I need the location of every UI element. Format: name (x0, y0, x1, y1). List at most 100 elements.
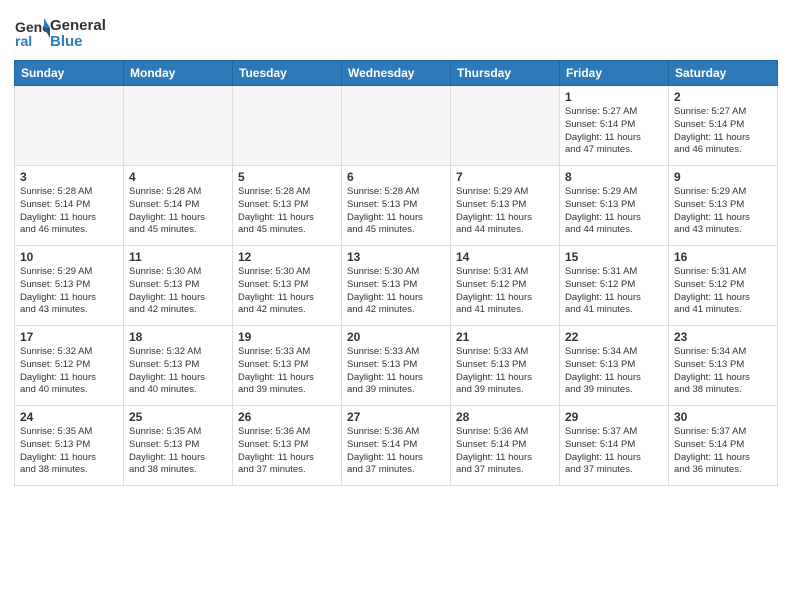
calendar-cell (342, 86, 451, 166)
day-info: Sunrise: 5:32 AMSunset: 5:13 PMDaylight:… (129, 346, 227, 397)
day-number: 30 (674, 410, 772, 424)
day-info: Sunrise: 5:27 AMSunset: 5:14 PMDaylight:… (565, 106, 663, 157)
day-number: 1 (565, 90, 663, 104)
logo-text: General Blue (50, 18, 106, 51)
day-info: Sunrise: 5:31 AMSunset: 5:12 PMDaylight:… (565, 266, 663, 317)
day-info: Sunrise: 5:30 AMSunset: 5:13 PMDaylight:… (347, 266, 445, 317)
day-number: 12 (238, 250, 336, 264)
logo-svg: Gene ral (14, 16, 50, 52)
day-info: Sunrise: 5:37 AMSunset: 5:14 PMDaylight:… (674, 426, 772, 477)
calendar-cell: 16 Sunrise: 5:31 AMSunset: 5:12 PMDayligh… (669, 246, 778, 326)
logo: Gene ral General Blue (14, 16, 106, 52)
calendar-cell (15, 86, 124, 166)
calendar-cell: 29 Sunrise: 5:37 AMSunset: 5:14 PMDayligh… (560, 406, 669, 486)
weekday-header-tuesday: Tuesday (233, 61, 342, 86)
day-info: Sunrise: 5:36 AMSunset: 5:14 PMDaylight:… (347, 426, 445, 477)
day-number: 15 (565, 250, 663, 264)
calendar-cell: 27Sunrise: 5:36 AMSunset: 5:14 PMDayligh… (342, 406, 451, 486)
calendar-cell: 12 Sunrise: 5:30 AMSunset: 5:13 PMDayligh… (233, 246, 342, 326)
day-info: Sunrise: 5:28 AMSunset: 5:14 PMDaylight:… (129, 186, 227, 237)
svg-text:ral: ral (15, 33, 32, 49)
calendar-cell: 19Sunrise: 5:33 AMSunset: 5:13 PMDayligh… (233, 326, 342, 406)
calendar-cell: 7 Sunrise: 5:29 AMSunset: 5:13 PMDaylight… (451, 166, 560, 246)
day-info: Sunrise: 5:32 AMSunset: 5:12 PMDaylight:… (20, 346, 118, 397)
day-info: Sunrise: 5:34 AMSunset: 5:13 PMDaylight:… (565, 346, 663, 397)
calendar-cell (451, 86, 560, 166)
day-info: Sunrise: 5:27 AMSunset: 5:14 PMDaylight:… (674, 106, 772, 157)
logo-general: General (50, 18, 106, 35)
day-number: 24 (20, 410, 118, 424)
calendar-table: SundayMondayTuesdayWednesdayThursdayFrid… (14, 60, 778, 486)
day-info: Sunrise: 5:31 AMSunset: 5:12 PMDaylight:… (674, 266, 772, 317)
day-number: 21 (456, 330, 554, 344)
day-info: Sunrise: 5:33 AMSunset: 5:13 PMDaylight:… (456, 346, 554, 397)
day-number: 22 (565, 330, 663, 344)
weekday-header-row: SundayMondayTuesdayWednesdayThursdayFrid… (15, 61, 778, 86)
day-info: Sunrise: 5:29 AMSunset: 5:13 PMDaylight:… (456, 186, 554, 237)
day-info: Sunrise: 5:36 AMSunset: 5:13 PMDaylight:… (238, 426, 336, 477)
calendar-cell: 9Sunrise: 5:29 AMSunset: 5:13 PMDaylight… (669, 166, 778, 246)
day-number: 3 (20, 170, 118, 184)
day-info: Sunrise: 5:29 AMSunset: 5:13 PMDaylight:… (674, 186, 772, 237)
weekday-header-sunday: Sunday (15, 61, 124, 86)
calendar-cell: 5Sunrise: 5:28 AMSunset: 5:13 PMDaylight… (233, 166, 342, 246)
day-info: Sunrise: 5:28 AMSunset: 5:14 PMDaylight:… (20, 186, 118, 237)
calendar-cell: 22 Sunrise: 5:34 AMSunset: 5:13 PMDayligh… (560, 326, 669, 406)
calendar-cell: 28Sunrise: 5:36 AMSunset: 5:14 PMDayligh… (451, 406, 560, 486)
header: Gene ral General Blue (14, 10, 778, 52)
day-number: 18 (129, 330, 227, 344)
calendar-cell: 6Sunrise: 5:28 AMSunset: 5:13 PMDaylight… (342, 166, 451, 246)
weekday-header-monday: Monday (124, 61, 233, 86)
calendar-cell (124, 86, 233, 166)
calendar-week-row: 1 Sunrise: 5:27 AMSunset: 5:14 PMDaylight… (15, 86, 778, 166)
calendar-week-row: 10Sunrise: 5:29 AMSunset: 5:13 PMDayligh… (15, 246, 778, 326)
calendar-cell: 11 Sunrise: 5:30 AMSunset: 5:13 PMDayligh… (124, 246, 233, 326)
day-number: 29 (565, 410, 663, 424)
weekday-header-thursday: Thursday (451, 61, 560, 86)
weekday-header-saturday: Saturday (669, 61, 778, 86)
calendar-cell: 20 Sunrise: 5:33 AMSunset: 5:13 PMDayligh… (342, 326, 451, 406)
day-number: 8 (565, 170, 663, 184)
day-number: 16 (674, 250, 772, 264)
calendar-cell: 13 Sunrise: 5:30 AMSunset: 5:13 PMDayligh… (342, 246, 451, 326)
page-container: Gene ral General Blue SundayMondayTuesda… (0, 0, 792, 500)
calendar-cell: 25 Sunrise: 5:35 AMSunset: 5:13 PMDayligh… (124, 406, 233, 486)
day-number: 4 (129, 170, 227, 184)
day-number: 6 (347, 170, 445, 184)
day-info: Sunrise: 5:33 AMSunset: 5:13 PMDaylight:… (347, 346, 445, 397)
weekday-header-friday: Friday (560, 61, 669, 86)
day-info: Sunrise: 5:30 AMSunset: 5:13 PMDaylight:… (129, 266, 227, 317)
day-info: Sunrise: 5:29 AMSunset: 5:13 PMDaylight:… (565, 186, 663, 237)
calendar-cell: 17 Sunrise: 5:32 AMSunset: 5:12 PMDayligh… (15, 326, 124, 406)
day-number: 13 (347, 250, 445, 264)
day-number: 2 (674, 90, 772, 104)
day-number: 20 (347, 330, 445, 344)
day-info: Sunrise: 5:30 AMSunset: 5:13 PMDaylight:… (238, 266, 336, 317)
calendar-cell: 15 Sunrise: 5:31 AMSunset: 5:12 PMDayligh… (560, 246, 669, 326)
calendar-cell: 1 Sunrise: 5:27 AMSunset: 5:14 PMDaylight… (560, 86, 669, 166)
calendar-cell: 23 Sunrise: 5:34 AMSunset: 5:13 PMDayligh… (669, 326, 778, 406)
day-number: 11 (129, 250, 227, 264)
day-number: 23 (674, 330, 772, 344)
day-number: 26 (238, 410, 336, 424)
calendar-week-row: 3 Sunrise: 5:28 AMSunset: 5:14 PMDaylight… (15, 166, 778, 246)
day-info: Sunrise: 5:36 AMSunset: 5:14 PMDaylight:… (456, 426, 554, 477)
calendar-cell: 18 Sunrise: 5:32 AMSunset: 5:13 PMDayligh… (124, 326, 233, 406)
day-number: 7 (456, 170, 554, 184)
day-info: Sunrise: 5:37 AMSunset: 5:14 PMDaylight:… (565, 426, 663, 477)
day-number: 10 (20, 250, 118, 264)
weekday-header-wednesday: Wednesday (342, 61, 451, 86)
day-info: Sunrise: 5:34 AMSunset: 5:13 PMDaylight:… (674, 346, 772, 397)
logo-blue-text: Blue (50, 34, 106, 51)
calendar-cell: 10Sunrise: 5:29 AMSunset: 5:13 PMDayligh… (15, 246, 124, 326)
day-number: 14 (456, 250, 554, 264)
calendar-cell: 26 Sunrise: 5:36 AMSunset: 5:13 PMDayligh… (233, 406, 342, 486)
day-number: 17 (20, 330, 118, 344)
day-info: Sunrise: 5:28 AMSunset: 5:13 PMDaylight:… (238, 186, 336, 237)
calendar-cell: 21 Sunrise: 5:33 AMSunset: 5:13 PMDayligh… (451, 326, 560, 406)
day-info: Sunrise: 5:35 AMSunset: 5:13 PMDaylight:… (129, 426, 227, 477)
calendar-cell: 30 Sunrise: 5:37 AMSunset: 5:14 PMDayligh… (669, 406, 778, 486)
day-number: 25 (129, 410, 227, 424)
calendar-cell: 8 Sunrise: 5:29 AMSunset: 5:13 PMDaylight… (560, 166, 669, 246)
calendar-cell: 3 Sunrise: 5:28 AMSunset: 5:14 PMDaylight… (15, 166, 124, 246)
